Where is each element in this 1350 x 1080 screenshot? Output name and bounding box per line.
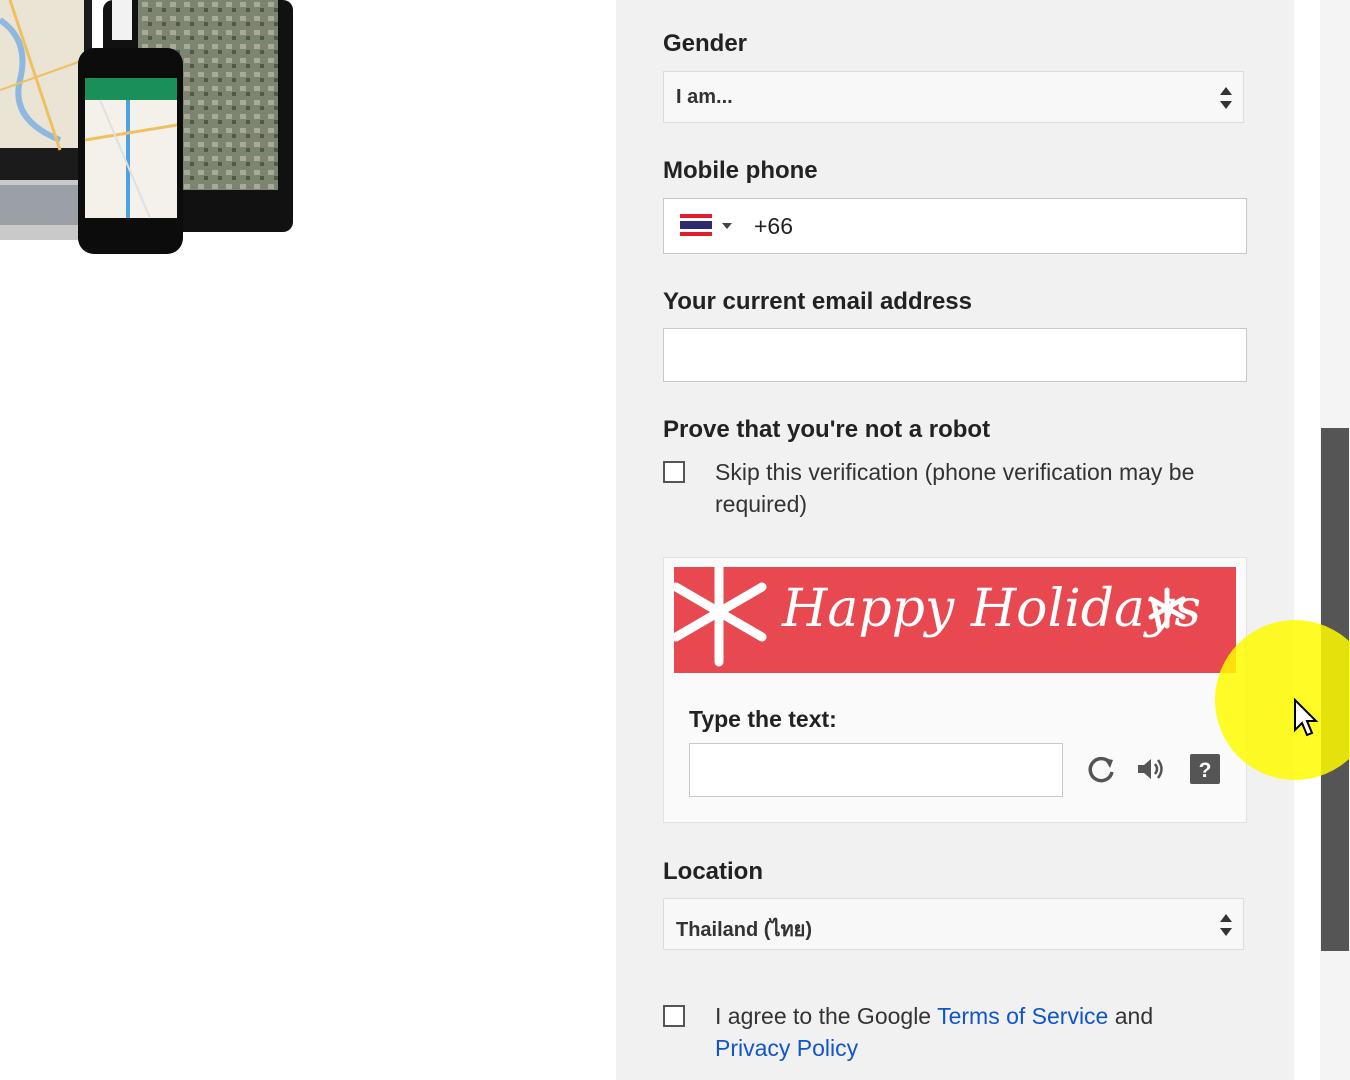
agree-and: and — [1108, 1003, 1154, 1029]
captcha-input[interactable] — [689, 743, 1063, 797]
snowflake-icon — [674, 567, 767, 667]
mouse-pointer-icon — [1294, 698, 1319, 737]
location-label: Location — [663, 858, 763, 885]
gender-select-value: I am... — [676, 86, 733, 108]
captcha-banner-text: Happy Holidays — [782, 579, 1202, 639]
gender-select[interactable]: I am... — [663, 71, 1244, 123]
skip-verification-checkbox[interactable] — [663, 461, 685, 483]
audio-icon[interactable] — [1135, 754, 1165, 784]
email-input[interactable] — [663, 328, 1247, 382]
small-snowflake-icon — [1148, 587, 1186, 629]
captcha-image: Happy Holidays — [674, 567, 1236, 673]
type-text-label: Type the text: — [689, 706, 837, 732]
skip-verification-line2: required) — [715, 491, 808, 517]
devices-illustration — [0, 0, 300, 260]
mobile-phone-label: Mobile phone — [663, 157, 818, 184]
select-arrows-icon — [1220, 87, 1232, 109]
svg-text:?: ? — [1199, 759, 1212, 782]
skip-verification-line1: Skip this verification (phone verificati… — [715, 459, 1195, 485]
mobile-phone-input[interactable]: +66 — [663, 198, 1247, 254]
skip-verification-text: Skip this verification (phone verificati… — [715, 456, 1194, 520]
terms-of-service-link[interactable]: Terms of Service — [937, 1003, 1108, 1029]
agree-terms-text: I agree to the Google Terms of Service a… — [715, 1000, 1153, 1064]
email-label: Your current email address — [663, 288, 972, 315]
gender-label: Gender — [663, 30, 748, 57]
select-arrows-icon — [1220, 914, 1232, 936]
privacy-policy-link[interactable]: Privacy Policy — [715, 1035, 858, 1061]
refresh-icon[interactable] — [1086, 754, 1116, 784]
location-select[interactable]: Thailand (ไทย) — [663, 898, 1244, 950]
country-code: +66 — [754, 213, 794, 239]
dropdown-caret-icon[interactable] — [722, 223, 732, 230]
help-icon[interactable]: ? — [1190, 754, 1220, 784]
location-select-value: Thailand (ไทย) — [676, 919, 813, 941]
robot-label: Prove that you're not a robot — [663, 416, 991, 443]
thailand-flag-icon[interactable] — [680, 214, 712, 236]
agree-terms-checkbox[interactable] — [663, 1005, 685, 1027]
agree-prefix: I agree to the Google — [715, 1003, 938, 1029]
